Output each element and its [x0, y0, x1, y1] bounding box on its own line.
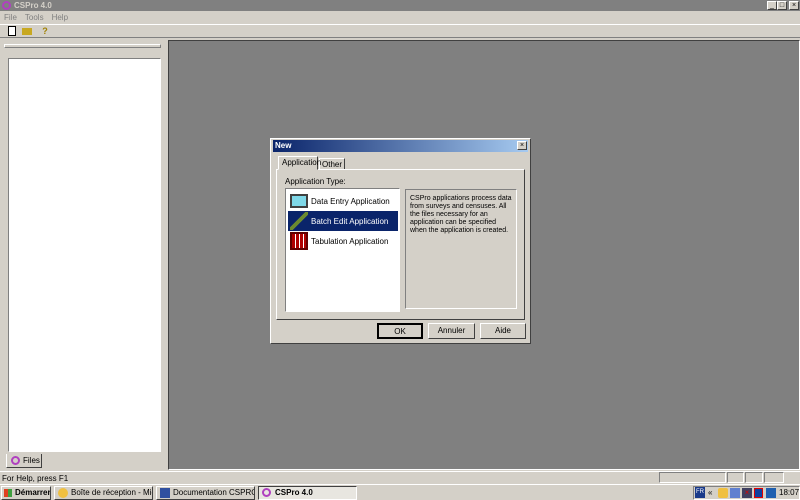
tab-files-label: Files [23, 456, 40, 465]
menu-tools[interactable]: Tools [25, 12, 44, 23]
toolbar [0, 24, 800, 38]
clock: 18:07 [779, 488, 800, 497]
status-pane [745, 472, 763, 483]
description-text: CSPro applications process data from sur… [410, 195, 512, 234]
system-tray: « × 18:07 [693, 486, 800, 500]
cspro-logo-icon [262, 488, 271, 497]
dialog-close-button[interactable]: × [517, 141, 527, 150]
maximize-button[interactable]: □ [777, 1, 787, 10]
item-label: Data Entry Application [311, 196, 390, 206]
task-label: CSPro 4.0 [275, 488, 313, 497]
pencil-icon [290, 212, 308, 230]
cspro-logo-icon [11, 456, 20, 465]
menu-help[interactable]: Help [52, 12, 68, 23]
title-bar: CSPro 4.0 [0, 0, 800, 11]
list-item-batch-edit[interactable]: Batch Edit Application [288, 211, 398, 231]
application-type-list[interactable]: Data Entry Application Batch Edit Applic… [285, 188, 400, 312]
menu-file[interactable]: File [4, 12, 17, 23]
description-box: CSPro applications process data from sur… [405, 189, 517, 309]
cancel-button[interactable]: Annuler [428, 323, 475, 339]
app-tray-icon[interactable] [766, 488, 776, 498]
network-disconnected-icon[interactable]: × [742, 488, 752, 498]
outlook-tray-icon[interactable] [718, 488, 728, 498]
start-label: Démarrer [15, 488, 51, 497]
cspro-logo-icon [2, 1, 11, 10]
task-label: Documentation CSPRO v... [173, 488, 255, 497]
new-dialog: New × Application Other Application Type… [270, 138, 531, 344]
dialog-title: New [273, 140, 528, 152]
list-item-data-entry[interactable]: Data Entry Application [288, 191, 398, 211]
application-type-label: Application Type: [285, 177, 346, 186]
menu-bar: File Tools Help [0, 12, 68, 23]
help-button[interactable]: Aide [480, 323, 526, 339]
files-tree[interactable] [8, 58, 161, 452]
status-pane [727, 472, 744, 483]
table-grid-icon [290, 232, 308, 250]
help-icon[interactable]: ? [40, 26, 50, 36]
list-item-tabulation[interactable]: Tabulation Application [288, 231, 398, 251]
ok-button[interactable]: OK [377, 323, 423, 339]
tab-other-label: Other [322, 160, 343, 169]
start-button[interactable]: Démarrer [1, 486, 51, 500]
open-folder-icon[interactable] [22, 28, 32, 35]
outlook-icon [58, 488, 68, 498]
status-text: For Help, press F1 [2, 474, 69, 483]
tab-application[interactable]: Application [278, 156, 322, 170]
window-title: CSPro 4.0 [14, 1, 52, 10]
windows-logo-icon [4, 489, 12, 497]
new-file-icon[interactable] [8, 26, 16, 36]
task-cspro[interactable]: CSPro 4.0 [258, 486, 357, 500]
status-pane [764, 472, 784, 483]
task-documentation[interactable]: Documentation CSPRO v... [156, 486, 255, 500]
close-button[interactable]: × [789, 1, 799, 10]
item-label: Tabulation Application [311, 236, 389, 246]
tab-files[interactable]: Files [6, 454, 42, 468]
item-label: Batch Edit Application [311, 216, 389, 226]
panel-splitter[interactable] [4, 44, 161, 48]
tab-application-label: Application [282, 158, 322, 167]
monitor-icon [290, 194, 308, 208]
network-icon[interactable] [730, 488, 740, 498]
word-icon [160, 488, 170, 498]
task-label: Boîte de réception - Mic... [71, 488, 152, 497]
task-inbox[interactable]: Boîte de réception - Mic... [54, 486, 153, 500]
status-pane [659, 472, 726, 483]
antivirus-icon[interactable] [754, 488, 763, 498]
tray-expand-chevron[interactable]: « [708, 488, 712, 497]
minimize-button[interactable]: _ [767, 1, 777, 10]
